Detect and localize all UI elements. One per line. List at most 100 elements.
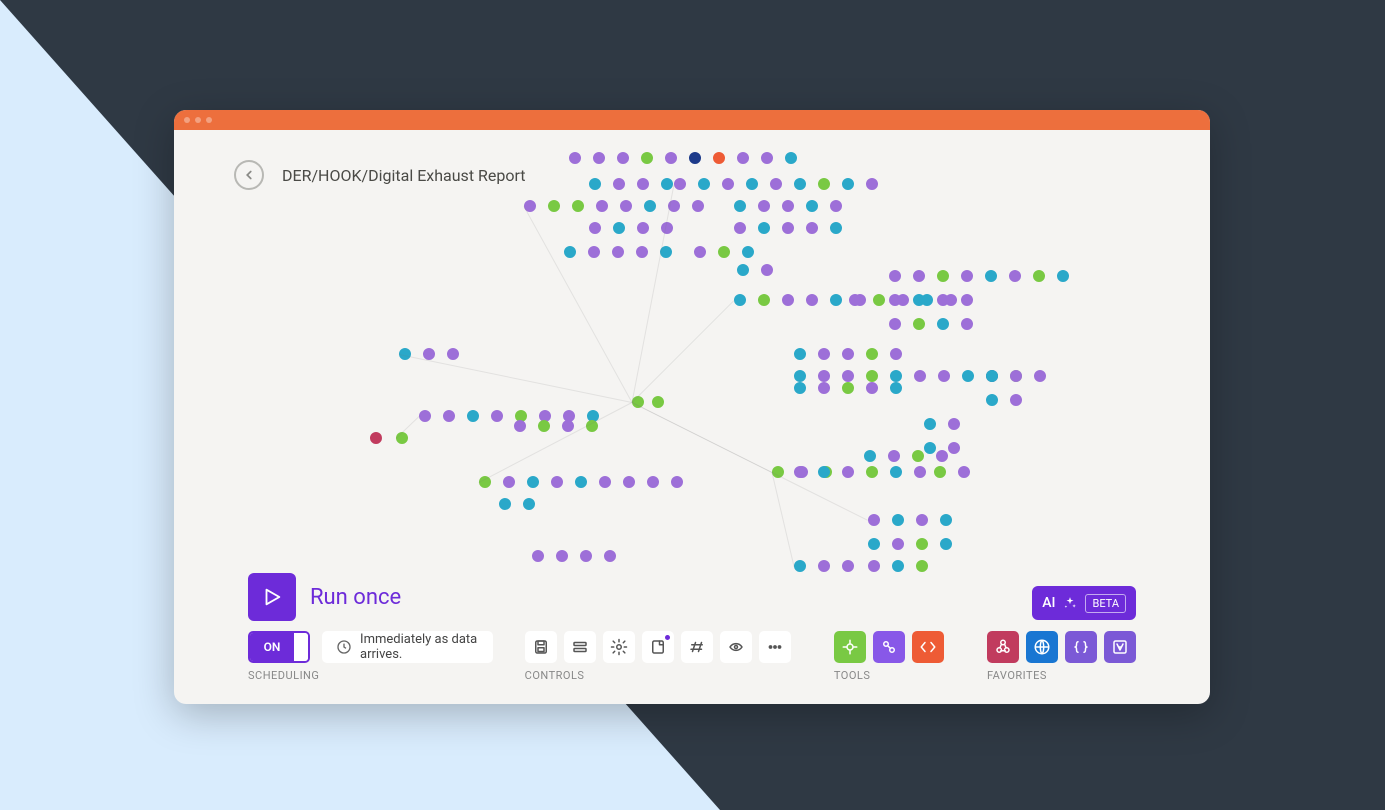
scenario-node[interactable] bbox=[866, 466, 878, 478]
scheduling-toggle[interactable]: ON bbox=[248, 631, 310, 663]
scenario-node[interactable] bbox=[734, 222, 746, 234]
scenario-node[interactable] bbox=[873, 294, 885, 306]
scenario-node[interactable] bbox=[890, 466, 902, 478]
scenario-node[interactable] bbox=[864, 450, 876, 462]
scenario-node[interactable] bbox=[842, 178, 854, 190]
scenario-node[interactable] bbox=[665, 152, 677, 164]
scenario-node[interactable] bbox=[689, 152, 701, 164]
scenario-node[interactable] bbox=[556, 550, 568, 562]
scenario-node[interactable] bbox=[866, 370, 878, 382]
save-button[interactable] bbox=[525, 631, 557, 663]
scenario-node[interactable] bbox=[596, 200, 608, 212]
scenario-node[interactable] bbox=[842, 348, 854, 360]
explain-button[interactable] bbox=[720, 631, 752, 663]
scenario-node[interactable] bbox=[758, 222, 770, 234]
scenario-node[interactable] bbox=[423, 348, 435, 360]
scenario-node[interactable] bbox=[589, 222, 601, 234]
scenario-node[interactable] bbox=[889, 270, 901, 282]
scenario-node[interactable] bbox=[986, 370, 998, 382]
scenario-node[interactable] bbox=[892, 560, 904, 572]
scenario-node[interactable] bbox=[514, 420, 526, 432]
scenario-node[interactable] bbox=[370, 432, 382, 444]
scenario-node[interactable] bbox=[921, 294, 933, 306]
scenario-node[interactable] bbox=[842, 560, 854, 572]
scenario-node[interactable] bbox=[937, 270, 949, 282]
scenario-node[interactable] bbox=[734, 294, 746, 306]
scenario-node[interactable] bbox=[818, 348, 830, 360]
scenario-node[interactable] bbox=[722, 178, 734, 190]
scenario-node[interactable] bbox=[671, 476, 683, 488]
scenario-node[interactable] bbox=[794, 348, 806, 360]
scenario-node[interactable] bbox=[794, 370, 806, 382]
scenario-node[interactable] bbox=[551, 476, 563, 488]
scenario-node[interactable] bbox=[818, 466, 830, 478]
scenario-node[interactable] bbox=[713, 152, 725, 164]
scenario-node[interactable] bbox=[589, 178, 601, 190]
scenario-node[interactable] bbox=[934, 466, 946, 478]
scenario-node[interactable] bbox=[1010, 394, 1022, 406]
scenario-node[interactable] bbox=[532, 550, 544, 562]
scenario-node[interactable] bbox=[868, 538, 880, 550]
align-button[interactable] bbox=[564, 631, 596, 663]
scenario-node[interactable] bbox=[818, 178, 830, 190]
scenario-node[interactable] bbox=[938, 370, 950, 382]
scenario-node[interactable] bbox=[924, 418, 936, 430]
scenario-node[interactable] bbox=[1057, 270, 1069, 282]
scenario-node[interactable] bbox=[641, 152, 653, 164]
scenario-node[interactable] bbox=[892, 538, 904, 550]
scenario-node[interactable] bbox=[937, 318, 949, 330]
scenario-node[interactable] bbox=[818, 370, 830, 382]
scenario-node[interactable] bbox=[916, 514, 928, 526]
scenario-node[interactable] bbox=[758, 200, 770, 212]
scenario-node[interactable] bbox=[661, 178, 673, 190]
scenario-node[interactable] bbox=[794, 178, 806, 190]
scenario-node[interactable] bbox=[1034, 370, 1046, 382]
scenario-node[interactable] bbox=[782, 294, 794, 306]
scenario-node[interactable] bbox=[842, 382, 854, 394]
scenario-node[interactable] bbox=[758, 294, 770, 306]
scenario-node[interactable] bbox=[948, 418, 960, 430]
scenario-node[interactable] bbox=[794, 466, 806, 478]
scenario-node[interactable] bbox=[962, 370, 974, 382]
scenario-node[interactable] bbox=[572, 200, 584, 212]
scenario-node[interactable] bbox=[734, 200, 746, 212]
scenario-node[interactable] bbox=[890, 348, 902, 360]
scenario-node[interactable] bbox=[746, 178, 758, 190]
scenario-node[interactable] bbox=[782, 222, 794, 234]
scenario-node[interactable] bbox=[491, 410, 503, 422]
scenario-node[interactable] bbox=[794, 382, 806, 394]
more-button[interactable] bbox=[759, 631, 791, 663]
scenario-node[interactable] bbox=[916, 538, 928, 550]
scenario-node[interactable] bbox=[636, 246, 648, 258]
scenario-node[interactable] bbox=[593, 152, 605, 164]
scenario-node[interactable] bbox=[718, 246, 730, 258]
scenario-node[interactable] bbox=[637, 178, 649, 190]
scenario-node[interactable] bbox=[761, 264, 773, 276]
scenario-node[interactable] bbox=[770, 178, 782, 190]
scenario-node[interactable] bbox=[661, 222, 673, 234]
scenario-node[interactable] bbox=[913, 270, 925, 282]
scenario-node[interactable] bbox=[737, 152, 749, 164]
scenario-canvas[interactable] bbox=[174, 130, 1210, 584]
scenario-node[interactable] bbox=[924, 442, 936, 454]
scenario-node[interactable] bbox=[890, 382, 902, 394]
scenario-node[interactable] bbox=[830, 222, 842, 234]
scenario-node[interactable] bbox=[742, 246, 754, 258]
scenario-node[interactable] bbox=[961, 270, 973, 282]
office-button[interactable] bbox=[1104, 631, 1136, 663]
scenario-node[interactable] bbox=[620, 200, 632, 212]
scenario-node[interactable] bbox=[523, 498, 535, 510]
scenario-node[interactable] bbox=[1010, 370, 1022, 382]
scenario-node[interactable] bbox=[936, 450, 948, 462]
scenario-node[interactable] bbox=[913, 318, 925, 330]
scenario-node[interactable] bbox=[647, 476, 659, 488]
http-button[interactable] bbox=[1026, 631, 1058, 663]
scenario-node[interactable] bbox=[888, 450, 900, 462]
scenario-node[interactable] bbox=[842, 466, 854, 478]
scenario-node[interactable] bbox=[890, 370, 902, 382]
scenario-node[interactable] bbox=[986, 394, 998, 406]
scenario-node[interactable] bbox=[419, 410, 431, 422]
scenario-node[interactable] bbox=[806, 200, 818, 212]
scenario-node[interactable] bbox=[916, 560, 928, 572]
scenario-node[interactable] bbox=[580, 550, 592, 562]
